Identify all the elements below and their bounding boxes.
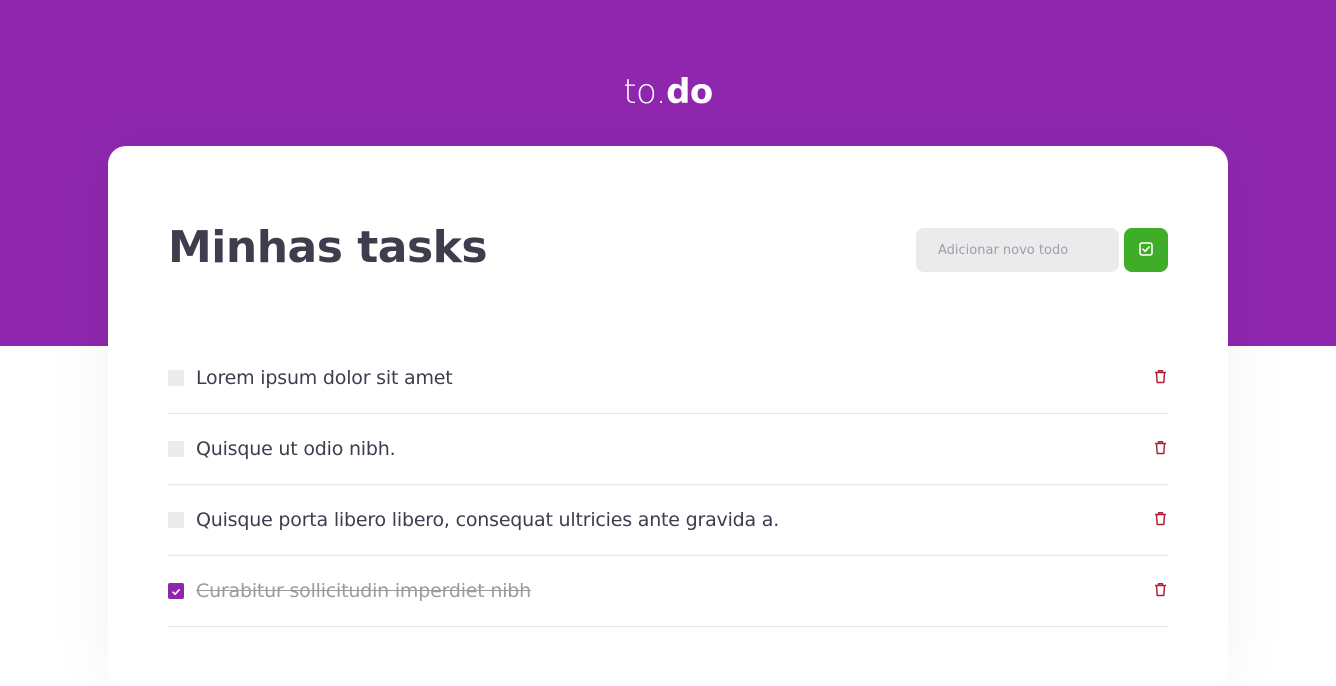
app-logo: to.do xyxy=(0,70,1336,114)
trash-icon xyxy=(1154,369,1167,387)
task-text: Quisque ut odio nibh. xyxy=(196,438,396,460)
task-text: Lorem ipsum dolor sit amet xyxy=(196,367,453,389)
add-todo-button[interactable] xyxy=(1124,228,1168,272)
delete-task-button[interactable] xyxy=(1152,582,1168,600)
delete-task-button[interactable] xyxy=(1152,440,1168,458)
task-checkbox[interactable] xyxy=(168,512,184,528)
checkbox-check-icon xyxy=(1139,241,1153,259)
trash-icon xyxy=(1154,440,1167,458)
logo-text-bold: do xyxy=(666,72,713,112)
trash-icon xyxy=(1154,582,1167,600)
task-checkbox[interactable] xyxy=(168,441,184,457)
task-text: Curabitur sollicitudin imperdiet nibh xyxy=(196,580,531,602)
task-list: Lorem ipsum dolor sit amet Quisque ut od… xyxy=(168,343,1168,627)
delete-task-button[interactable] xyxy=(1152,369,1168,387)
page-title: Minhas tasks xyxy=(168,222,488,273)
task-item: Curabitur sollicitudin imperdiet nibh xyxy=(168,556,1168,627)
task-item: Quisque ut odio nibh. xyxy=(168,414,1168,485)
task-toggle[interactable]: Curabitur sollicitudin imperdiet nibh xyxy=(168,580,531,602)
logo-text-light: to. xyxy=(623,72,667,112)
task-checkbox-checked[interactable] xyxy=(168,583,184,599)
task-text: Quisque porta libero libero, consequat u… xyxy=(196,509,780,531)
task-toggle[interactable]: Quisque porta libero libero, consequat u… xyxy=(168,509,779,531)
trash-icon xyxy=(1154,511,1167,529)
task-toggle[interactable]: Quisque ut odio nibh. xyxy=(168,438,396,460)
task-checkbox[interactable] xyxy=(168,370,184,386)
task-toggle[interactable]: Lorem ipsum dolor sit amet xyxy=(168,367,453,389)
checkmark-icon xyxy=(171,582,181,601)
task-item: Lorem ipsum dolor sit amet xyxy=(168,343,1168,414)
new-todo-input[interactable] xyxy=(916,228,1119,272)
tasks-card: Minhas tasks Lorem ipsum dolor sit amet xyxy=(108,146,1228,686)
delete-task-button[interactable] xyxy=(1152,511,1168,529)
task-item: Quisque porta libero libero, consequat u… xyxy=(168,485,1168,556)
